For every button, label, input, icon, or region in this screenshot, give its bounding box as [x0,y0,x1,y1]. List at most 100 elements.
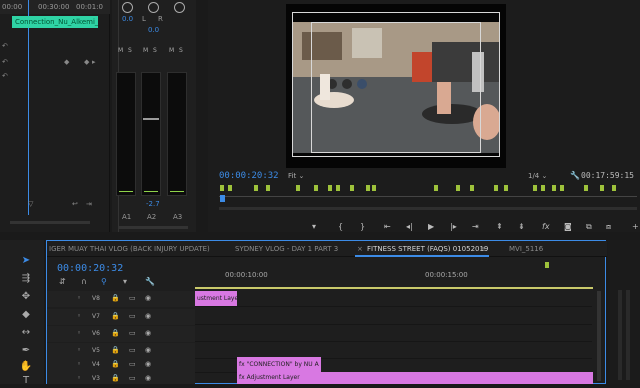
source-scrollbar[interactable] [10,221,90,224]
track-name[interactable]: V4 [92,361,100,368]
mute-button[interactable]: M [118,47,123,54]
video-frame[interactable] [286,4,506,168]
step-back-icon[interactable]: ◂| [406,222,413,231]
mixer-scrollbar[interactable] [118,226,188,229]
marker[interactable] [254,185,258,191]
marker[interactable] [552,185,556,191]
source-ruler[interactable]: 00:00 00:30:00 00:01:0 [0,0,110,14]
step-forward-icon[interactable]: |▸ [450,222,457,231]
fader-readout[interactable]: -2.7 [146,200,160,208]
lock-icon[interactable]: 🔒 [111,312,120,320]
sync-icon[interactable]: ▭ [129,329,136,337]
pan-value[interactable]: 0.0 [148,26,159,34]
mute-button[interactable]: M [169,47,174,54]
extract-icon[interactable]: ⇟ [518,222,525,231]
target-icon[interactable]: ◦ [77,374,81,382]
marker[interactable] [336,185,340,191]
target-icon[interactable]: ◦ [77,294,81,302]
slip-tool-icon[interactable]: ↔ [18,326,34,340]
channel-fader[interactable] [167,72,187,196]
target-icon[interactable]: ◦ [77,346,81,354]
resolution-select[interactable]: 1/4 ⌄ [528,172,547,180]
track-name[interactable]: V5 [92,347,100,354]
program-playhead[interactable] [220,195,225,202]
marker[interactable] [296,185,300,191]
snap-icon[interactable]: ∩ [81,277,87,286]
marker[interactable] [220,185,224,191]
track-name[interactable]: V7 [92,313,100,320]
go-to-in-icon[interactable]: ⇤ [384,222,391,231]
razor-tool-icon[interactable]: ◆ [18,308,34,322]
timeline-ruler[interactable]: 00:00:10:00 00:00:15:00 [195,261,595,287]
marker[interactable] [314,185,318,191]
eye-icon[interactable]: ◉ [145,360,151,368]
undo-icon[interactable]: ↶ [2,42,10,50]
effects-icon[interactable]: fx [542,222,550,231]
pen-tool-icon[interactable]: ✒ [18,344,34,358]
back-icon[interactable]: ↩ [72,200,80,208]
add-marker-icon[interactable]: ▾ [312,222,316,231]
marker[interactable] [494,185,498,191]
settings-icon[interactable]: ⧈ [606,222,611,232]
track-name[interactable]: V8 [92,295,100,302]
sync-icon[interactable]: ▭ [129,360,136,368]
export-frame-icon[interactable]: ⧉ [586,222,592,232]
channel-fader[interactable] [141,72,161,196]
tab-menu-icon[interactable]: ≡ [480,245,486,253]
program-timecode[interactable]: 00:00:20:32 [219,171,279,181]
sync-icon[interactable]: ▭ [129,346,136,354]
marker[interactable] [612,185,616,191]
selection-tool-icon[interactable]: ➤ [18,254,34,268]
sync-icon[interactable]: ▭ [129,374,136,382]
marker[interactable] [366,185,370,191]
mute-button[interactable]: M [143,47,148,54]
source-playhead[interactable] [28,0,29,215]
ripple-edit-icon[interactable]: ✥ [18,290,34,304]
zoom-select[interactable]: Fit ⌄ [288,172,304,180]
timeline-timecode[interactable]: 00:00:20:32 [57,263,123,274]
track-name[interactable]: V3 [92,375,100,382]
marker[interactable] [328,185,332,191]
linked-selection-icon[interactable]: ⚲ [101,277,107,286]
pan-knob[interactable] [174,2,185,13]
go-to-out-icon[interactable]: ⇥ [472,222,479,231]
solo-button[interactable]: S [179,47,183,54]
pan-value[interactable]: 0.0 [122,15,133,23]
track-name[interactable]: V6 [92,330,100,337]
pan-knob[interactable] [148,2,159,13]
timeline-marker[interactable] [545,262,549,268]
mark-in-icon[interactable]: { [338,222,343,231]
export-icon[interactable]: ⇥ [86,200,94,208]
marker[interactable] [228,185,232,191]
target-icon[interactable]: ◦ [77,360,81,368]
add-button-icon[interactable]: + [632,222,639,231]
keyframe-nav-icon[interactable]: ▸ [92,58,100,66]
sync-icon[interactable]: ▭ [129,294,136,302]
keyframe-icon[interactable]: ◆ [64,58,72,66]
target-icon[interactable]: ◦ [77,329,81,337]
marker[interactable] [372,185,376,191]
program-zoom-bar[interactable] [219,207,637,210]
add-marker-icon[interactable]: ▾ [123,277,127,286]
wrench-icon[interactable]: 🔧 [145,277,155,286]
adjustment-layer-clip[interactable]: ustment Layer [195,291,237,306]
type-tool-icon[interactable]: T [18,374,34,388]
marker[interactable] [600,185,604,191]
solo-button[interactable]: S [128,47,132,54]
camera-icon[interactable]: ◙ [564,222,572,231]
target-icon[interactable]: ◦ [77,312,81,320]
lock-icon[interactable]: 🔒 [111,346,120,354]
tab-sequence[interactable]: SYDNEY VLOG - DAY 1 PART 3 [235,245,338,253]
fader-handle[interactable] [143,118,159,120]
marker[interactable] [504,185,508,191]
music-clip[interactable]: fx "CONNECTION" by NU A [237,357,321,372]
nest-icon[interactable]: ⇵ [59,277,66,286]
solo-button[interactable]: S [153,47,157,54]
lock-icon[interactable]: 🔒 [111,360,120,368]
filter-icon[interactable]: ▽ [28,200,36,208]
marker[interactable] [434,185,438,191]
lock-icon[interactable]: 🔒 [111,374,120,382]
eye-icon[interactable]: ◉ [145,346,151,354]
channel-fader[interactable] [116,72,136,196]
track-select-icon[interactable]: ⇶ [18,272,34,286]
